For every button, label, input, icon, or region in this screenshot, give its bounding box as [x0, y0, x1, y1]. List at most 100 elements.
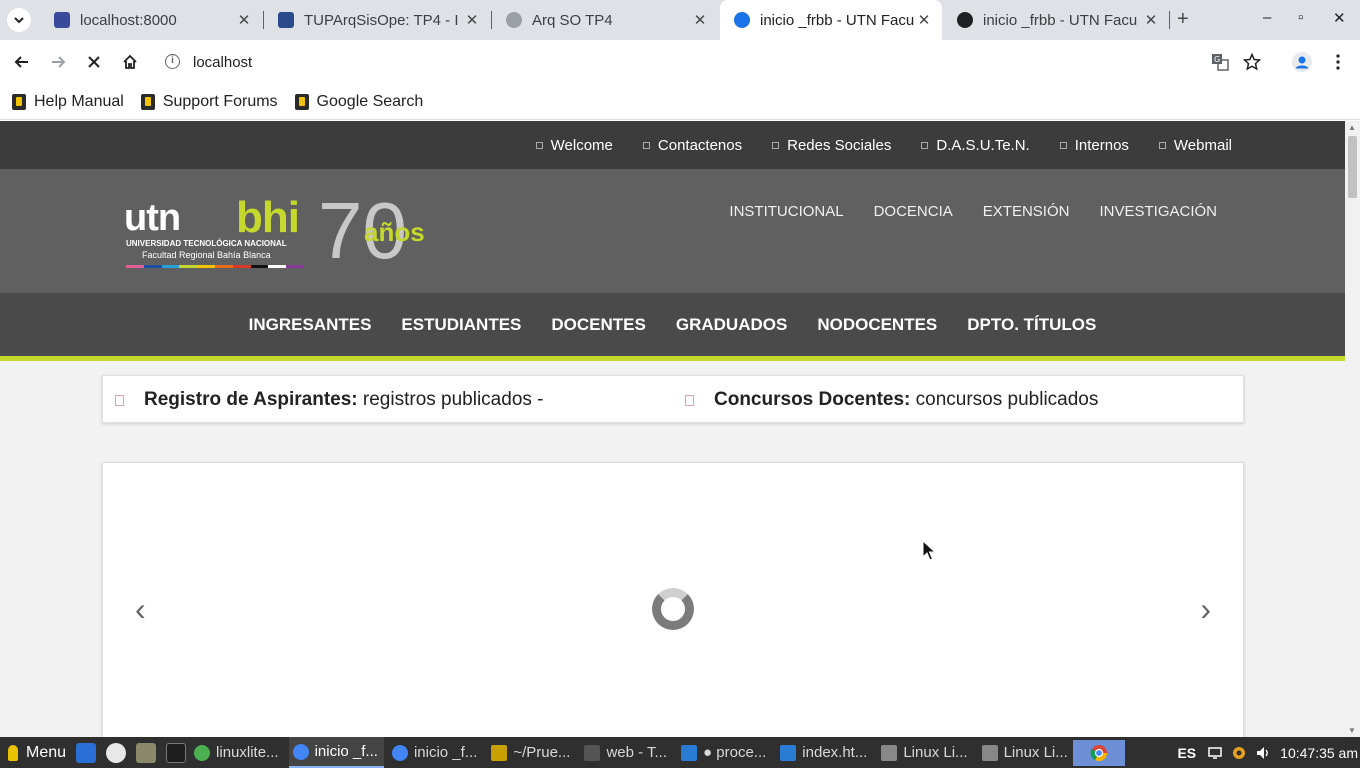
square-bullet-icon	[772, 141, 780, 149]
nav-nodocentes[interactable]: NODOCENTES	[817, 315, 937, 335]
close-icon[interactable]: ✕	[1141, 11, 1161, 29]
slider-prev-button[interactable]: ‹	[135, 591, 146, 628]
terminal-launcher-icon[interactable]	[166, 742, 187, 763]
bookmark-help-manual[interactable]: Help Manual	[12, 93, 124, 111]
bookmark-google-search[interactable]: Google Search	[294, 92, 424, 111]
file-manager-icon[interactable]	[136, 742, 157, 763]
translate-button[interactable]: G	[1208, 50, 1232, 74]
nav-extension[interactable]: EXTENSIÓN	[983, 203, 1070, 220]
chrome-tray-button[interactable]	[1073, 739, 1126, 766]
task-index[interactable]: index.ht...	[776, 737, 873, 768]
top-link-internos[interactable]: Internos	[1059, 136, 1129, 154]
nav-docentes[interactable]: DOCENTES	[551, 315, 645, 335]
top-utility-bar: Welcome Contactenos Redes Sociales D.A.S…	[0, 121, 1345, 169]
close-icon[interactable]: ✕	[462, 11, 482, 29]
bookmark-support-forums[interactable]: Support Forums	[140, 93, 278, 111]
scroll-down-icon[interactable]: ▼	[1348, 726, 1356, 735]
tab-1[interactable]: TUPArqSisOpe: TP4 - I ✕	[264, 0, 490, 40]
minimize-icon[interactable]: ‒	[1263, 9, 1271, 26]
bookmark-star-button[interactable]	[1240, 50, 1264, 74]
task-proce[interactable]: ● proce...	[677, 737, 772, 768]
nav-institucional[interactable]: INSTITUCIONAL	[729, 203, 843, 220]
bullet-icon	[685, 394, 694, 406]
tab-search-button[interactable]	[7, 8, 31, 32]
task-web[interactable]: web - T...	[580, 737, 673, 768]
stop-button[interactable]	[82, 50, 106, 74]
task-app-icon	[881, 744, 898, 761]
nav-ingresantes[interactable]: INGRESANTES	[249, 315, 372, 335]
new-tab-button[interactable]: +	[1177, 8, 1189, 31]
nav-graduados[interactable]: GRADUADOS	[676, 315, 787, 335]
site-info-icon[interactable]: i	[165, 54, 180, 69]
linux-lite-icon	[8, 744, 18, 761]
volume-icon[interactable]	[1256, 746, 1270, 760]
stop-loading-icon	[88, 56, 100, 68]
home-button[interactable]	[118, 50, 142, 74]
section-nav: INGRESANTES ESTUDIANTES DOCENTES GRADUAD…	[0, 293, 1345, 361]
task-label: web - T...	[606, 744, 668, 761]
start-menu-button[interactable]: Menu	[8, 744, 66, 762]
forward-button[interactable]	[46, 50, 70, 74]
update-notifier-icon[interactable]	[1232, 746, 1246, 760]
back-arrow-icon	[14, 56, 28, 68]
task-inicio-2[interactable]: inicio _f...	[388, 737, 483, 768]
slider-next-button[interactable]: ›	[1200, 591, 1211, 628]
logo-bhi-text: bhi	[236, 193, 300, 242]
display-icon[interactable]	[1208, 746, 1222, 760]
top-link-welcome[interactable]: Welcome	[535, 136, 613, 154]
back-button[interactable]	[10, 50, 34, 74]
show-desktop-icon[interactable]	[76, 742, 97, 763]
profile-button[interactable]	[1290, 50, 1314, 74]
task-linux-li-1[interactable]: Linux Li...	[877, 737, 973, 768]
task-app-icon	[194, 744, 211, 761]
site-header: utn bhi UNIVERSIDAD TECNOLÓGICA NACIONAL…	[0, 169, 1345, 293]
nav-investigacion[interactable]: INVESTIGACIÓN	[1099, 203, 1217, 220]
top-link-webmail[interactable]: Webmail	[1158, 137, 1232, 154]
task-label: ~/Prue...	[513, 744, 571, 761]
square-bullet-icon	[1059, 141, 1067, 149]
system-tray: ES 10:47:35 am	[1073, 737, 1360, 768]
chrome-launcher-icon[interactable]	[106, 742, 127, 763]
close-icon[interactable]: ✕	[690, 11, 710, 29]
top-link-label: Welcome	[550, 136, 613, 154]
browser-menu-button[interactable]	[1326, 50, 1350, 74]
tab-title: TUPArqSisOpe: TP4 - I	[304, 11, 459, 29]
maximize-icon[interactable]: ▫	[1298, 9, 1303, 26]
top-link-dasuten[interactable]: D.A.S.U.Te.N.	[921, 136, 1030, 154]
tab-3[interactable]: inicio _frbb - UTN Facu ✕	[720, 0, 942, 40]
scrollbar-thumb[interactable]	[1348, 136, 1357, 198]
avatar-icon	[1292, 52, 1312, 72]
task-inicio-1[interactable]: inicio _f...	[288, 737, 384, 768]
task-linux-li-2[interactable]: Linux Li...	[978, 737, 1074, 768]
task-app-icon	[391, 744, 408, 761]
bookmarks-bar: Help Manual Support Forums Google Search	[0, 84, 1360, 120]
bookmark-label: Google Search	[316, 92, 424, 110]
news-item-registro[interactable]: Registro de Aspirantes: registros public…	[115, 389, 544, 411]
tab-favicon-icon	[734, 12, 750, 28]
tab-0[interactable]: localhost:8000 ✕	[40, 0, 262, 40]
top-link-label: Internos	[1074, 136, 1129, 154]
tab-4[interactable]: inicio _frbb - UTN Facu ✕	[943, 0, 1169, 40]
top-link-label: D.A.S.U.Te.N.	[936, 136, 1030, 154]
address-bar[interactable]: i localhost	[157, 46, 1237, 78]
close-icon[interactable]: ✕	[914, 11, 934, 29]
tab-2[interactable]: Arq SO TP4 ✕	[492, 0, 718, 40]
page-scrollbar[interactable]: ▲ ▼	[1345, 121, 1360, 737]
nav-docencia[interactable]: DOCENCIA	[874, 203, 953, 220]
close-window-icon[interactable]: ✕	[1333, 9, 1346, 27]
news-item-title: Registro de Aspirantes:	[144, 389, 358, 410]
nav-dpto-titulos[interactable]: DPTO. TÍTULOS	[967, 315, 1096, 335]
top-link-redes-sociales[interactable]: Redes Sociales	[772, 137, 891, 154]
close-icon[interactable]: ✕	[234, 11, 254, 29]
scroll-up-icon[interactable]: ▲	[1348, 123, 1356, 132]
svg-text:G: G	[1214, 55, 1220, 64]
utn-logo[interactable]: utn bhi UNIVERSIDAD TECNOLÓGICA NACIONAL…	[124, 186, 444, 275]
tab-favicon-icon	[957, 12, 973, 28]
nav-estudiantes[interactable]: ESTUDIANTES	[401, 315, 521, 335]
task-prue[interactable]: ~/Prue...	[487, 737, 576, 768]
top-link-contactenos[interactable]: Contactenos	[642, 137, 742, 154]
news-item-concursos[interactable]: Concursos Docentes: concursos publicados	[685, 389, 1098, 411]
task-linuxlite[interactable]: linuxlite...	[190, 737, 285, 768]
keyboard-language[interactable]: ES	[1177, 745, 1196, 761]
os-taskbar: Menu linuxlite... inicio _f... inicio _f…	[0, 737, 1360, 768]
